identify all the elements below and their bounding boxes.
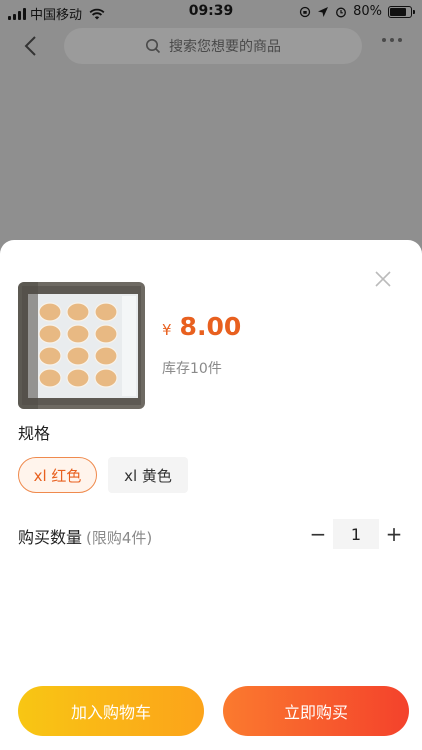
battery-level [390,7,406,16]
add-to-cart-button[interactable]: 加入购物车 [18,686,204,736]
product-image[interactable] [18,282,145,409]
search-placeholder: 搜索您想要的商品 [169,39,281,55]
status-bar: 中国移动 09:39 80% [0,0,422,24]
nav-bar: 搜索您想要的商品 [0,24,422,68]
search-input[interactable]: 搜索您想要的商品 [64,28,362,64]
price-value: 8.00 [179,312,242,341]
spec-option-red[interactable]: xl 红色 [18,457,97,493]
quantity-title: 购买数量 [18,528,83,547]
battery-icon [388,5,415,18]
battery-percent: 80% [353,4,382,19]
price: ¥ 8.00 [162,312,241,341]
screen: 中国移动 09:39 80% 搜索您想要的商品 ¥ 8.00 库存10件 规格 … [0,0,422,750]
quantity-value[interactable]: 1 [333,519,379,549]
buy-now-button[interactable]: 立即购买 [223,686,409,736]
spec-title: 规格 [18,424,51,443]
stock-label: 库存10件 [162,361,222,377]
spec-option-yellow[interactable]: xl 黄色 [108,457,188,493]
increase-button[interactable]: + [379,519,409,549]
quantity-limit: (限购4件) [86,529,153,547]
search-icon [146,39,161,54]
close-icon[interactable] [374,270,392,288]
orientation-lock-icon [299,6,311,17]
quantity-label: 购买数量 (限购4件) [18,524,152,548]
more-icon[interactable] [382,38,402,42]
status-right: 80% [299,4,415,19]
alarm-icon [336,7,347,17]
sku-selector-sheet: ¥ 8.00 库存10件 规格 xl 红色 xl 黄色 购买数量 (限购4件) −… [0,240,422,750]
decrease-button[interactable]: − [303,519,333,549]
quantity-stepper: − 1 + [303,519,409,549]
back-icon[interactable] [20,34,44,58]
currency-symbol: ¥ [162,321,172,339]
location-icon [318,6,329,17]
